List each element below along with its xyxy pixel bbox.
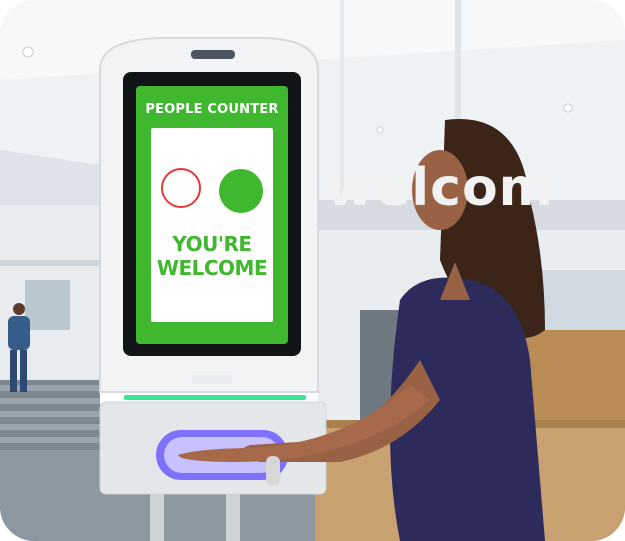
filled-circle-indicator xyxy=(219,169,263,213)
status-card: YOU'RE WELCOME xyxy=(151,128,273,322)
message-line-1: YOU'RE xyxy=(172,232,252,256)
message-line-2: WELCOME xyxy=(156,256,268,280)
welcome-message: YOU'RE WELCOME xyxy=(151,232,273,280)
background-scene xyxy=(0,0,625,541)
kiosk-screen: PEOPLE COUNTER YOU'RE WELCOME xyxy=(136,86,288,344)
brand-plate xyxy=(192,375,232,384)
background-sign-text: welcom xyxy=(326,158,554,218)
photo: welcom PEOPLE COUNTER YOU'RE WELCOME xyxy=(0,0,625,541)
screen-title: PEOPLE COUNTER xyxy=(145,102,279,117)
empty-circle-indicator xyxy=(161,168,201,208)
